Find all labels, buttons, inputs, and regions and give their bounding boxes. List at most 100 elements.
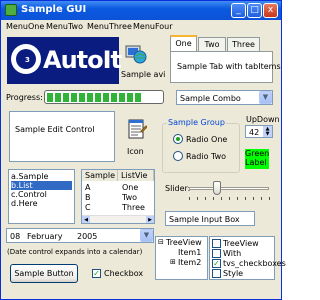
slider-tick: [237, 197, 238, 200]
chevron-down-icon[interactable]: ▼: [140, 229, 153, 242]
tree-item[interactable]: Item2: [178, 258, 201, 267]
progress-segment: [87, 93, 93, 102]
date-hint: (Date control expands into a calendar): [7, 248, 143, 256]
tree2-item: tvs_checkboxes: [223, 259, 286, 268]
progress-segment: [47, 93, 53, 102]
menu-one[interactable]: MenuOne: [6, 22, 44, 31]
progress-segment: [119, 93, 125, 102]
listview-scrollbar[interactable]: ◀ ▶: [82, 215, 154, 223]
progress-segment: [79, 93, 85, 102]
menu-two[interactable]: MenuTwo: [46, 22, 83, 31]
logo-inner: 3: [16, 49, 36, 69]
radio-one[interactable]: [173, 134, 183, 144]
tree2-item: TreeView: [223, 239, 259, 248]
list-item[interactable]: a.Sample: [11, 172, 72, 181]
close-button[interactable]: x: [263, 3, 278, 18]
checkbox[interactable]: ✓: [92, 269, 101, 278]
tab-two[interactable]: Two: [198, 37, 226, 51]
edit-control[interactable]: Sample Edit Control: [9, 111, 115, 162]
date-control[interactable]: 08 February 2005 ▼: [6, 228, 154, 243]
icon-label: Icon: [127, 147, 144, 156]
date-year: 2005: [77, 232, 98, 241]
list-item-selected[interactable]: b.List: [11, 181, 72, 190]
listview-header-listview[interactable]: ListVie: [118, 170, 154, 181]
green-label-text: Green Label: [245, 149, 269, 167]
progress-segment: [103, 93, 109, 102]
tab-panel: Sample Tab with tabItems: [170, 51, 281, 83]
listview-cell: A: [85, 183, 91, 192]
menu-four[interactable]: MenuFour: [133, 22, 173, 31]
menu-bar: MenuOne MenuTwo MenuThree MenuFour: [1, 20, 281, 33]
input-box[interactable]: Sample Input Box: [165, 211, 255, 226]
progress-segment: [111, 93, 117, 102]
edit-text: Sample Edit Control: [15, 125, 95, 134]
updown-input[interactable]: 42 ▲ ▼: [245, 125, 273, 138]
updown-value: 42: [249, 128, 260, 137]
progress-segment: [71, 93, 77, 102]
listview-cell: Two: [122, 193, 137, 202]
slider-thumb[interactable]: [213, 181, 221, 195]
radio-two-label: Radio Two: [186, 152, 227, 161]
app-window: Sample GUI _ □ x MenuOne MenuTwo MenuThr…: [0, 0, 286, 300]
logo-version: 3: [25, 56, 30, 64]
updown-label: UpDown: [246, 115, 280, 124]
menu-three[interactable]: MenuThree: [87, 22, 132, 31]
progress-label: Progress:: [6, 93, 43, 102]
title-bar[interactable]: Sample GUI _ □ x: [1, 1, 281, 20]
progress-bar: [44, 90, 164, 104]
slider-tick: [213, 197, 214, 200]
tab-three[interactable]: Three: [227, 37, 260, 51]
listview-cell: Three: [122, 203, 145, 212]
sample-combo[interactable]: Sample Combo ▼: [176, 90, 273, 105]
green-label: Green Label: [245, 149, 269, 169]
radio-two[interactable]: [173, 151, 183, 161]
notepad-icon: [127, 119, 148, 141]
tree-root[interactable]: TreeView: [166, 238, 202, 247]
scroll-right-icon[interactable]: ▶: [146, 216, 154, 223]
sample-button[interactable]: Sample Button: [10, 264, 78, 283]
maximize-button[interactable]: □: [247, 3, 262, 18]
slider-tick: [269, 197, 270, 200]
tree-item[interactable]: Item1: [178, 248, 201, 257]
slider-tick: [221, 197, 222, 200]
date-month: February: [27, 232, 63, 241]
tree-checkbox-checked[interactable]: ✓: [212, 259, 221, 268]
avi-label: Sample avi: [121, 70, 166, 79]
window-title: Sample GUI: [21, 4, 87, 15]
treeview-2[interactable]: TreeView With ✓ tvs_checkboxes Style: [209, 236, 286, 280]
autoit-logo: 3 AutoIt: [7, 37, 122, 84]
tree-expander[interactable]: ⊞: [170, 258, 176, 266]
listview-cell: One: [122, 183, 139, 192]
scroll-left-icon[interactable]: ◀: [82, 216, 90, 223]
progress-segment: [135, 93, 141, 102]
slider-tick: [253, 197, 254, 200]
treeview-1[interactable]: ⊟ TreeView Item1 ⊞ Item2: [155, 236, 208, 280]
sample-group: [162, 123, 240, 173]
app-icon: [5, 4, 17, 16]
slider-track[interactable]: [189, 187, 269, 190]
list-box[interactable]: a.Sample b.List c.Control d.Here: [8, 169, 75, 224]
progress-segment: [95, 93, 101, 102]
minimize-button[interactable]: _: [231, 3, 246, 18]
input-value: Sample Input Box: [169, 215, 240, 224]
tab-content-label: Sample Tab with tabItems: [177, 62, 281, 71]
list-view[interactable]: Sample ListVie A One B Two C Three ◀ ▶: [81, 169, 155, 224]
tree-checkbox[interactable]: [212, 249, 221, 258]
date-day: 08: [10, 232, 21, 241]
tab-one[interactable]: One: [170, 35, 197, 51]
list-item[interactable]: d.Here: [11, 199, 72, 208]
radio-one-label: Radio One: [186, 135, 228, 144]
listview-cell: C: [85, 203, 91, 212]
tree-checkbox[interactable]: [212, 269, 221, 278]
logo-text: AutoIt: [43, 46, 122, 74]
checkbox-label: Checkbox: [104, 269, 144, 278]
spin-down-button[interactable]: ▼: [263, 132, 272, 137]
slider-ticks: [189, 197, 270, 200]
tree2-item: With: [223, 249, 242, 258]
group-title: Sample Group: [167, 118, 226, 127]
listview-header-sample[interactable]: Sample: [82, 170, 118, 181]
list-item[interactable]: c.Control: [11, 190, 72, 199]
chevron-down-icon[interactable]: ▼: [259, 91, 272, 104]
tree-checkbox[interactable]: [212, 239, 221, 248]
tree-expander[interactable]: ⊟: [158, 238, 164, 246]
